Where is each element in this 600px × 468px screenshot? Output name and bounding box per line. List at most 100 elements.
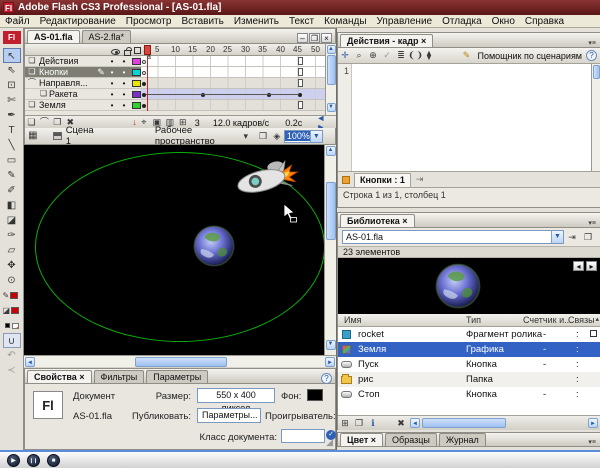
stroke-color-control[interactable]: ✎ — [3, 288, 21, 303]
scrollbar-thumb[interactable] — [327, 55, 336, 85]
scrollbar-thumb[interactable] — [422, 418, 506, 428]
menu-insert[interactable]: Вставить — [176, 15, 228, 28]
background-color-swatch[interactable] — [307, 389, 323, 401]
black-white-icon[interactable] — [5, 323, 10, 328]
add-motion-guide-icon[interactable]: ⌒ — [38, 118, 51, 127]
library-row-pusk[interactable]: Пуск Кнопка - : — [338, 357, 600, 372]
line-tool[interactable]: ╲ — [3, 138, 21, 153]
scroll-right-arrow[interactable]: ► — [588, 418, 598, 428]
layer-name[interactable]: Кнопки — [39, 67, 96, 77]
play-button[interactable]: ▶ — [7, 454, 20, 467]
resize-grip-icon[interactable]: ◢ — [326, 438, 333, 447]
library-horizontal-scrollbar[interactable]: ◄ ► — [410, 417, 598, 430]
new-symbol-icon[interactable]: ⊞ — [338, 419, 352, 428]
export-checkbox[interactable] — [590, 330, 597, 337]
scroll-right-arrow[interactable]: ► — [325, 357, 335, 367]
text-tool[interactable]: T — [3, 123, 21, 138]
layer-row-buttons[interactable]: ❏ Кнопки ✎ • • — [25, 67, 141, 78]
frames-actions-layer[interactable]: a — [141, 56, 325, 67]
frames-guide-layer[interactable] — [141, 78, 325, 89]
script-editor[interactable]: 1 — [338, 64, 600, 172]
menu-commands[interactable]: Команды — [319, 15, 371, 28]
fill-color-control[interactable]: ◪ — [3, 303, 21, 318]
timeline-toggle-icon[interactable]: ▦ — [25, 131, 41, 141]
eraser-tool[interactable]: ▱ — [3, 243, 21, 258]
document-size-button[interactable]: 550 x 400 пиксел — [197, 388, 275, 403]
item-name[interactable]: Земля — [358, 344, 386, 355]
library-row-rocket[interactable]: rocket Фрагмент ролика - : — [338, 327, 600, 342]
doc-close-button[interactable]: × — [321, 33, 332, 43]
ink-bottle-tool[interactable]: ◧ — [3, 198, 21, 213]
menu-debug[interactable]: Отладка — [437, 15, 487, 28]
item-properties-icon[interactable]: ℹ — [366, 419, 380, 428]
panel-menu-icon[interactable]: ▾≡ — [588, 40, 600, 47]
column-use-count[interactable]: Счетчик и... — [523, 315, 572, 325]
scrollbar-thumb[interactable] — [135, 357, 227, 367]
panel-menu-icon[interactable]: ▾≡ — [588, 220, 600, 227]
zoom-tool[interactable]: ⊙ — [3, 273, 21, 288]
dropdown-arrow-icon[interactable]: ▼ — [551, 231, 563, 243]
playhead-handle[interactable] — [144, 45, 151, 55]
workspace-menu[interactable]: Рабочее пространство — [155, 125, 242, 147]
stage-vertical-scrollbar[interactable]: ▲ ▼ — [324, 145, 336, 355]
workspace-dropdown-arrow[interactable]: ▾ — [242, 132, 249, 141]
menu-help[interactable]: Справка — [520, 15, 569, 28]
document-tab-as01[interactable]: AS-01.fla — [27, 30, 80, 43]
layer-lock-dot[interactable]: • — [118, 90, 130, 99]
scrollbar-thumb[interactable] — [326, 182, 336, 240]
zoom-level-value[interactable]: 100% — [285, 131, 310, 141]
scroll-down-arrow[interactable]: ▼ — [327, 103, 336, 112]
layer-visibility-dot[interactable]: • — [106, 68, 118, 77]
layer-name[interactable]: Ракета — [47, 89, 106, 99]
new-library-panel-icon[interactable]: ❐ — [580, 233, 596, 242]
doc-minimize-button[interactable]: – — [297, 33, 308, 43]
selection-tool[interactable]: ↖ — [3, 48, 21, 63]
hand-tool[interactable]: ✥ — [3, 258, 21, 273]
pin-script-icon[interactable]: ⇥ — [411, 175, 424, 184]
layer-row-guide[interactable]: ⌒ Направля... • • — [25, 78, 141, 89]
tab-history[interactable]: Журнал — [439, 433, 486, 446]
actions-help-icon[interactable]: ? — [586, 50, 597, 61]
edit-scene-icon[interactable]: ❒ — [256, 132, 270, 141]
tab-parameters[interactable]: Параметры — [146, 370, 208, 383]
center-frame-icon[interactable]: ⌖ — [137, 118, 150, 127]
fill-color-swatch[interactable] — [11, 307, 19, 314]
snap-to-objects-toggle[interactable]: ∪ — [3, 333, 21, 348]
edit-symbols-icon[interactable]: ◈ — [270, 132, 284, 141]
pen-tool[interactable]: ✒ — [3, 108, 21, 123]
library-row-ris[interactable]: рис Папка : — [338, 372, 600, 387]
frames-rocket-tween[interactable] — [141, 89, 325, 100]
menu-edit[interactable]: Редактирование — [35, 15, 121, 28]
tool-option-straighten-icon[interactable]: ≺ — [3, 363, 21, 378]
tab-library[interactable]: Библиотека × — [340, 214, 415, 227]
stage-canvas[interactable] — [24, 145, 324, 355]
add-script-icon[interactable]: ✛ — [338, 51, 352, 60]
layer-lock-dot[interactable]: • — [118, 57, 130, 66]
menu-control[interactable]: Управление — [372, 15, 438, 28]
layer-name[interactable]: Действия — [39, 56, 106, 66]
show-code-hint-icon[interactable]: ❨❩ — [408, 51, 422, 60]
doc-restore-button[interactable]: ❐ — [309, 33, 320, 43]
color-defaults-control[interactable] — [3, 318, 21, 333]
frames-earth-layer[interactable] — [141, 100, 325, 111]
frames-buttons-layer[interactable] — [141, 67, 325, 78]
stop-button[interactable]: ■ — [47, 454, 60, 467]
new-folder-icon[interactable]: ❐ — [352, 419, 366, 428]
pause-button[interactable]: ❙❙ — [27, 454, 40, 467]
layer-row-earth[interactable]: ❏ Земля • • — [25, 100, 141, 111]
zoom-level-combobox[interactable]: 100% ▼ — [284, 130, 323, 143]
script-breadcrumb-tab[interactable]: Кнопки : 1 — [354, 173, 411, 187]
layer-name[interactable]: Земля — [39, 100, 106, 110]
scroll-left-arrow[interactable]: ◄ — [25, 357, 35, 367]
tab-actions-frame[interactable]: Действия - кадр × — [340, 34, 433, 47]
item-name[interactable]: Стоп — [358, 389, 380, 400]
library-row-earth[interactable]: Земля Графика - : — [338, 342, 600, 357]
layer-visibility-dot[interactable]: • — [106, 57, 118, 66]
tab-filters[interactable]: Фильтры — [94, 370, 145, 383]
column-type[interactable]: Тип — [466, 315, 481, 325]
scroll-left-arrow[interactable]: ◄ — [410, 418, 420, 428]
script-scrollbar[interactable] — [591, 64, 600, 171]
script-text-area[interactable] — [352, 64, 591, 171]
debug-options-icon[interactable]: ⧫ — [422, 51, 436, 60]
column-linkage[interactable]: Связывани — [568, 315, 594, 325]
